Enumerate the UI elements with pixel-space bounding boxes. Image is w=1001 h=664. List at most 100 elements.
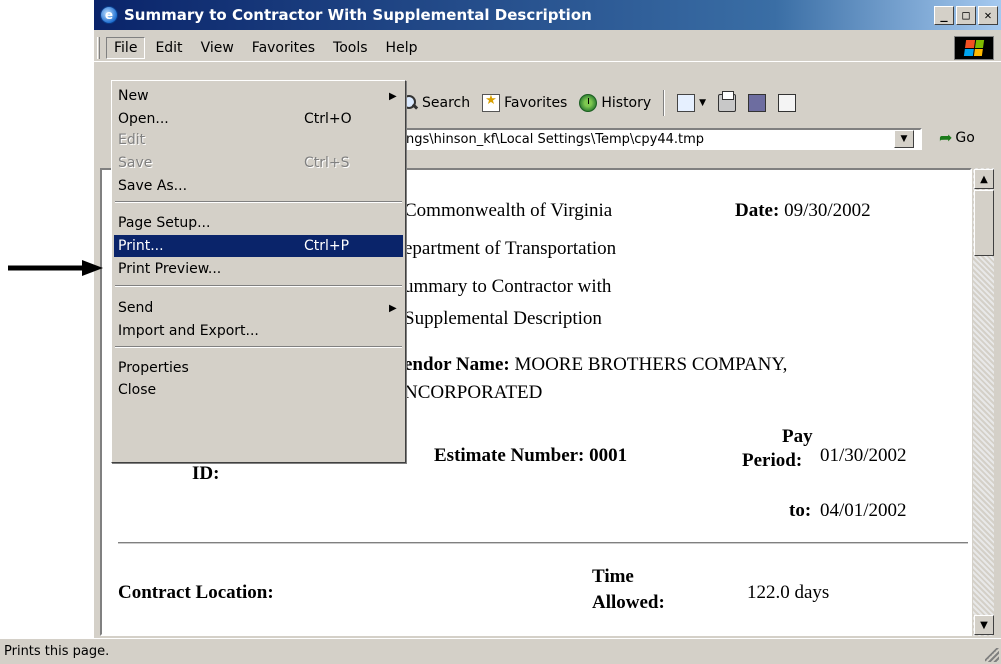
menu-item-edit-label: Edit xyxy=(118,132,146,148)
status-bar: Prints this page. xyxy=(0,638,1001,664)
scroll-down-icon[interactable]: ▼ xyxy=(974,615,994,635)
pay-to-value: 04/01/2002 xyxy=(820,500,907,521)
menu-item-page-setup[interactable]: Page Setup... xyxy=(114,212,403,234)
horizontal-rule xyxy=(118,542,968,544)
menu-item-send[interactable]: Send ▶ xyxy=(114,297,403,319)
edit-icon xyxy=(677,94,696,112)
menu-file[interactable]: File xyxy=(106,36,146,59)
file-menu-dropdown: New ▶ Open... Ctrl+O Edit Save Ctrl+S Sa… xyxy=(111,80,406,463)
time-label-line-2: Allowed: xyxy=(592,592,665,613)
print-icon xyxy=(718,91,737,112)
discuss-button[interactable] xyxy=(742,90,772,116)
org-line-1: Commonwealth of Virginia xyxy=(404,200,613,221)
to-label: to: xyxy=(789,500,812,521)
menu-item-print[interactable]: Print... Ctrl+P xyxy=(114,235,403,257)
go-label: Go xyxy=(955,129,975,146)
vendor-label: endor Name: xyxy=(404,354,510,375)
menu-edit[interactable]: Edit xyxy=(147,37,190,59)
menu-tools[interactable]: Tools xyxy=(325,37,376,59)
menu-bar: File Edit View Favorites Tools Help xyxy=(94,34,1001,62)
menu-item-close[interactable]: Close xyxy=(114,379,403,401)
title-bar[interactable]: e Summary to Contractor With Supplementa… xyxy=(94,0,1001,30)
menubar-grip xyxy=(97,36,100,59)
menu-item-print-shortcut: Ctrl+P xyxy=(304,238,350,254)
date-value: 09/30/2002 xyxy=(784,200,871,221)
menu-item-page-setup-label: Page Setup... xyxy=(118,215,211,231)
menu-separator xyxy=(115,346,402,348)
menu-item-print-preview-label: Print Preview... xyxy=(118,261,222,277)
estimate-label: Estimate Number: xyxy=(434,445,585,466)
window-title: Summary to Contractor With Supplemental … xyxy=(124,6,592,24)
ie-icon: e xyxy=(100,6,118,24)
edit-dropdown-icon: ▼ xyxy=(699,98,707,108)
discuss-icon xyxy=(748,94,767,112)
time-label-line-1: Time xyxy=(592,566,634,587)
vendor-value-line-2: NCORPORATED xyxy=(404,382,543,403)
history-icon xyxy=(579,94,598,112)
menu-item-properties[interactable]: Properties xyxy=(114,357,403,379)
contract-location-label: Contract Location: xyxy=(118,582,274,603)
history-label: History xyxy=(601,95,652,111)
address-dropdown-icon[interactable]: ▼ xyxy=(894,130,914,148)
menu-item-close-label: Close xyxy=(118,382,157,398)
vertical-scrollbar[interactable]: ▲ ▼ xyxy=(972,168,994,636)
go-arrow-icon: ➦ xyxy=(939,128,953,147)
report-title-line-2: Supplemental Description xyxy=(404,308,602,329)
pay-from-value: 01/30/2002 xyxy=(820,445,907,466)
menu-item-save-label: Save xyxy=(118,155,153,171)
resize-grip-icon[interactable] xyxy=(985,648,999,662)
windows-logo-icon xyxy=(954,36,994,60)
menu-item-print-preview[interactable]: Print Preview... xyxy=(114,258,403,280)
menu-item-properties-label: Properties xyxy=(118,360,189,376)
menu-item-import-export[interactable]: Import and Export... xyxy=(114,320,403,342)
report-title-line-1: ummary to Contractor with xyxy=(404,276,612,297)
menu-help[interactable]: Help xyxy=(378,37,426,59)
menu-favorites[interactable]: Favorites xyxy=(244,37,323,59)
menu-item-open-label: Open... xyxy=(118,111,169,127)
menu-item-save-shortcut: Ctrl+S xyxy=(304,155,350,171)
vendor-value: MOORE BROTHERS COMPANY, xyxy=(514,354,788,375)
menu-item-import-export-label: Import and Export... xyxy=(118,323,259,339)
close-button[interactable]: ✕ xyxy=(978,5,998,25)
pay-label-line-1: Pay xyxy=(782,426,813,447)
submenu-arrow-icon: ▶ xyxy=(389,90,397,102)
go-button[interactable]: ➦ Go xyxy=(939,128,975,147)
date-label: Date: xyxy=(735,200,780,221)
menu-item-edit: Edit xyxy=(114,129,403,151)
favorites-label: Favorites xyxy=(504,95,568,111)
estimate-row: Estimate Number: 0001 xyxy=(434,445,627,467)
menu-item-save-as-label: Save As... xyxy=(118,178,188,194)
status-text: Prints this page. xyxy=(4,644,110,659)
favorites-button[interactable]: Favorites xyxy=(476,90,573,116)
arrow-pointer-icon xyxy=(8,260,103,276)
vendor-row: endor Name: MOORE BROTHERS COMPANY, xyxy=(404,354,787,376)
date-row: Date: 09/30/2002 xyxy=(735,200,871,222)
menu-view[interactable]: View xyxy=(193,37,242,59)
history-button[interactable]: History xyxy=(573,90,657,116)
menu-item-new[interactable]: New ▶ xyxy=(114,85,403,107)
org-line-2: epartment of Transportation xyxy=(404,238,617,259)
menu-separator xyxy=(115,285,402,287)
menu-item-save-as[interactable]: Save As... xyxy=(114,175,403,197)
menu-item-print-label: Print... xyxy=(118,238,164,254)
menu-item-send-label: Send xyxy=(118,300,154,316)
submenu-arrow-icon: ▶ xyxy=(389,302,397,314)
menu-item-open[interactable]: Open... Ctrl+O xyxy=(114,108,403,130)
menu-item-save: Save Ctrl+S xyxy=(114,152,403,174)
scroll-thumb[interactable] xyxy=(974,190,994,256)
toolbar-separator xyxy=(663,90,666,116)
messenger-button[interactable] xyxy=(772,90,802,116)
print-button[interactable] xyxy=(712,90,742,116)
edit-button[interactable]: ▼ xyxy=(671,90,712,116)
menu-item-new-label: New xyxy=(118,88,149,104)
search-button[interactable]: Search xyxy=(394,90,476,116)
address-input[interactable]: ngs\hinson_kf\Local Settings\Temp\cpy44.… xyxy=(402,128,922,150)
minimize-button[interactable]: _ xyxy=(934,5,954,25)
favorites-icon xyxy=(482,93,501,112)
menu-item-open-shortcut: Ctrl+O xyxy=(304,111,352,127)
id-label: ID: xyxy=(192,463,220,484)
scroll-up-icon[interactable]: ▲ xyxy=(974,169,994,189)
search-label: Search xyxy=(422,95,471,111)
menu-separator xyxy=(115,201,402,203)
maximize-button[interactable]: □ xyxy=(956,5,976,25)
